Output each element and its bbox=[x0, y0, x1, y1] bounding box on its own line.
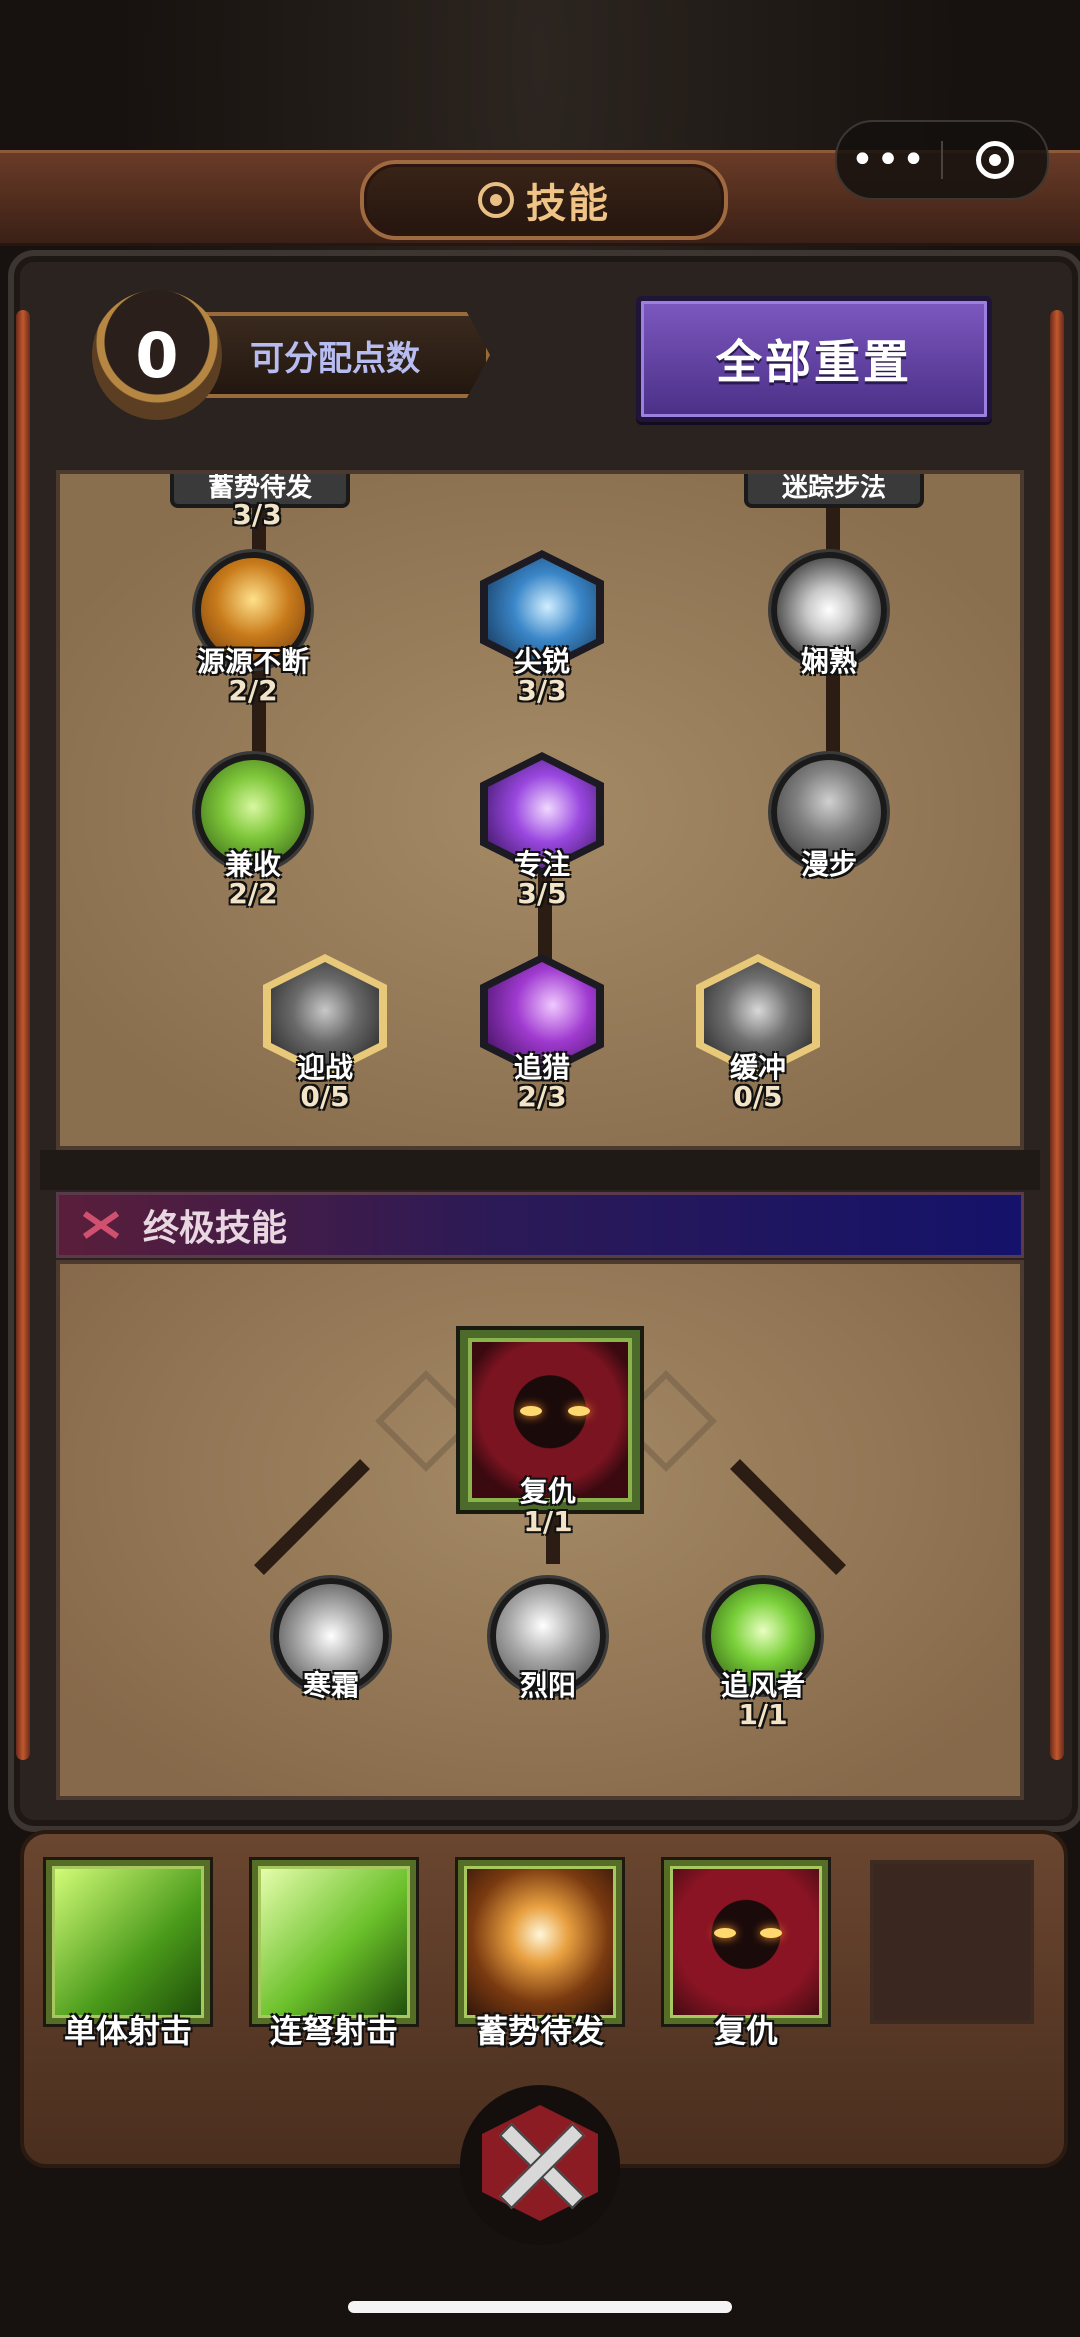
eye-glow bbox=[568, 1406, 590, 1416]
skill-label: 娴熟 bbox=[800, 645, 858, 678]
top-tag-count: 3/3 bbox=[232, 498, 282, 531]
skill-count: 2/3 bbox=[517, 1080, 567, 1113]
target-icon bbox=[976, 141, 1014, 179]
skill-count: 0/5 bbox=[733, 1080, 783, 1113]
skill-count: 2/2 bbox=[228, 674, 278, 707]
frame-rail-right bbox=[1050, 310, 1064, 1760]
eye-glow bbox=[760, 1928, 782, 1938]
ult-link-right bbox=[730, 1459, 847, 1576]
skill-label: 烈阳 bbox=[519, 1669, 577, 1702]
skill-slot-multishot[interactable] bbox=[252, 1860, 416, 2024]
skill-slot-label: 连弩射击 bbox=[269, 2012, 398, 2050]
home-indicator[interactable] bbox=[348, 2301, 732, 2313]
close-miniprogram-button[interactable] bbox=[943, 141, 1047, 179]
skill-slot-label: 复仇 bbox=[713, 2012, 778, 2050]
reset-all-button[interactable]: 全部重置 bbox=[636, 296, 992, 422]
skill-count: 3/5 bbox=[517, 877, 567, 910]
eye-glow bbox=[714, 1928, 736, 1938]
panel-divider bbox=[40, 1150, 1040, 1190]
points-label-plate: 可分配点数 bbox=[200, 312, 490, 398]
ultimate-skill-title: 终极技能 bbox=[143, 1208, 288, 1249]
points-label: 可分配点数 bbox=[250, 338, 420, 379]
points-counter: 0 bbox=[92, 290, 222, 420]
page-title: 技能 bbox=[526, 181, 610, 227]
skill-slot-single-shot[interactable] bbox=[46, 1860, 210, 2024]
close-panel-button[interactable] bbox=[460, 2085, 620, 2245]
miniprogram-capsule: ••• bbox=[835, 120, 1049, 200]
skill-slot-label: 单体射击 bbox=[63, 2012, 192, 2050]
skill-slot-revenge[interactable] bbox=[664, 1860, 828, 2024]
top-tag-label: 迷踪步法 bbox=[781, 473, 886, 503]
skill-label: 漫步 bbox=[800, 848, 858, 881]
crossed-swords-icon bbox=[81, 1209, 121, 1241]
more-dots-icon[interactable]: ••• bbox=[837, 140, 941, 180]
skill-count: 2/2 bbox=[228, 877, 278, 910]
skill-label: 复仇 bbox=[519, 1475, 577, 1508]
tree-top-tag-right[interactable]: 迷踪步法 bbox=[744, 473, 924, 508]
skill-count: 1/1 bbox=[523, 1505, 573, 1538]
skill-count: 1/1 bbox=[738, 1698, 788, 1731]
skill-count: 0/5 bbox=[300, 1080, 350, 1113]
points-value: 0 bbox=[135, 318, 179, 392]
page-title-plate: 技能 bbox=[360, 160, 728, 240]
frame-rail-left bbox=[16, 310, 30, 1760]
skill-slot-label: 蓄势待发 bbox=[475, 2012, 604, 2050]
skill-label: 寒霜 bbox=[302, 1669, 360, 1702]
skill-slot-empty[interactable] bbox=[870, 1860, 1034, 2024]
skill-wheel-icon bbox=[478, 182, 514, 218]
ult-link-left bbox=[253, 1459, 370, 1576]
skill-slot-charge[interactable] bbox=[458, 1860, 622, 2024]
skill-count: 3/3 bbox=[517, 674, 567, 707]
ultimate-skill-header: 终极技能 bbox=[56, 1192, 1024, 1258]
eye-glow bbox=[520, 1406, 542, 1416]
